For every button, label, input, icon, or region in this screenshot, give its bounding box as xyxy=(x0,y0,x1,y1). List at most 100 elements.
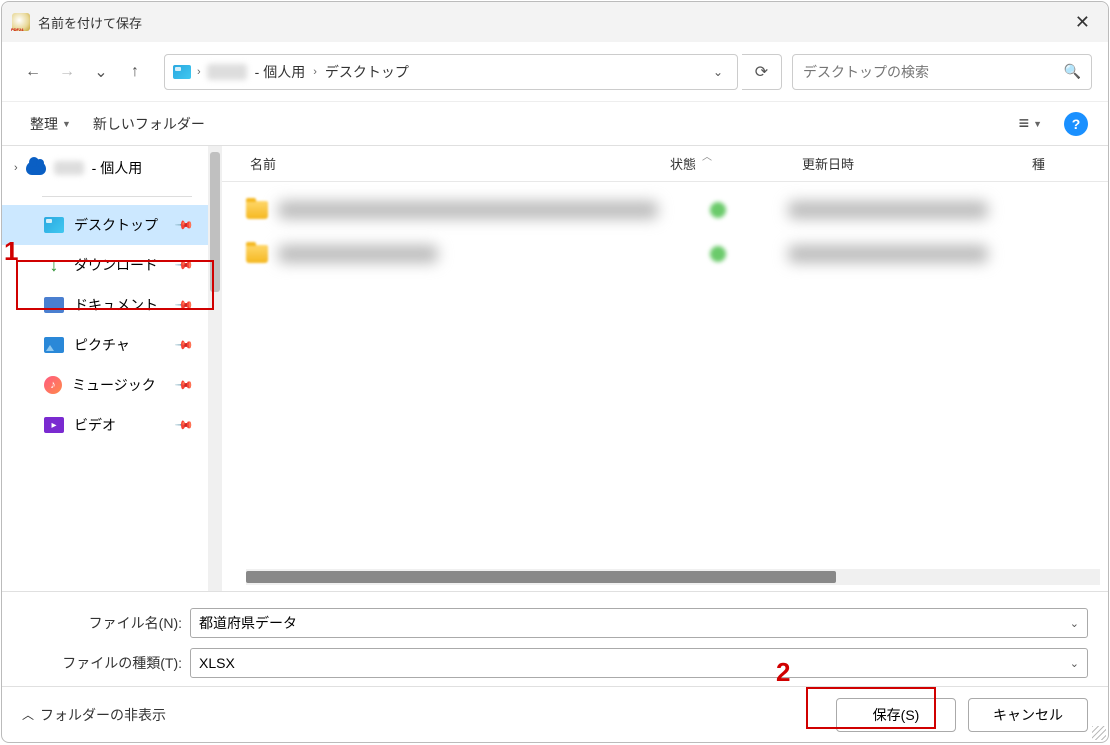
help-button[interactable]: ? xyxy=(1064,112,1088,136)
search-box[interactable]: 🔍 xyxy=(792,54,1092,90)
tree-divider xyxy=(42,196,192,197)
file-date-blurred xyxy=(788,201,988,219)
sidebar-item-desktop[interactable]: デスクトップ 📌 xyxy=(2,205,208,245)
sidebar-item-documents[interactable]: ドキュメント 📌 xyxy=(2,285,208,325)
address-bar[interactable]: › - 個人用 › デスクトップ ⌄ xyxy=(164,54,738,90)
onedrive-icon xyxy=(26,161,46,175)
pin-icon[interactable]: 📌 xyxy=(174,335,194,355)
download-icon: ↓ xyxy=(44,257,64,273)
sidebar-scrollbar[interactable] xyxy=(208,146,222,591)
title-bar: 名前を付けて保存 ✕ xyxy=(2,2,1108,42)
folder-icon xyxy=(246,201,268,219)
sidebar-item-label: ピクチャ xyxy=(74,335,130,355)
search-icon[interactable]: 🔍 xyxy=(1064,63,1081,80)
documents-icon xyxy=(44,297,64,313)
refresh-button[interactable]: ⟳ xyxy=(742,54,782,90)
video-icon: ▸ xyxy=(44,417,64,433)
file-row[interactable] xyxy=(222,188,1108,232)
sidebar-item-label: ドキュメント xyxy=(74,295,158,315)
sidebar-item-label: ミュージック xyxy=(72,375,156,395)
up-button[interactable]: ↑ xyxy=(120,57,150,87)
file-date-blurred xyxy=(788,245,988,263)
app-icon xyxy=(12,13,30,31)
chevron-down-icon[interactable]: ⌄ xyxy=(1070,657,1079,670)
save-form: ファイル名(N): 都道府県データ ⌄ ファイルの種類(T): XLSX ⌄ xyxy=(2,591,1108,686)
music-icon: ♪ xyxy=(44,376,62,394)
window-title: 名前を付けて保存 xyxy=(38,13,142,32)
organize-button[interactable]: 整理 ▼ xyxy=(22,108,79,140)
column-header-status[interactable]: 状態 xyxy=(670,154,802,173)
pin-icon[interactable]: 📌 xyxy=(174,375,194,395)
breadcrumb-separator-icon: › xyxy=(197,66,201,78)
sidebar-item-pictures[interactable]: ピクチャ 📌 xyxy=(2,325,208,365)
scrollbar-thumb[interactable] xyxy=(210,152,220,292)
scrollbar-thumb[interactable] xyxy=(246,571,836,583)
toolbar: 整理 ▼ 新しいフォルダー ≡ ▼ ? xyxy=(2,102,1108,146)
resize-grip[interactable] xyxy=(1092,726,1106,740)
recent-locations-button[interactable]: ⌄ xyxy=(86,57,116,87)
view-options-button[interactable]: ≡ ▼ xyxy=(1013,109,1048,138)
file-name-blurred xyxy=(278,201,658,219)
save-button[interactable]: 保存(S) xyxy=(836,698,956,732)
sidebar-item-videos[interactable]: ▸ ビデオ 📌 xyxy=(2,405,208,445)
file-status xyxy=(688,246,748,262)
forward-button[interactable]: → xyxy=(52,57,82,87)
address-dropdown-button[interactable]: ⌄ xyxy=(707,65,729,79)
close-button[interactable]: ✕ xyxy=(1067,8,1098,37)
file-list-pane: ︿ 名前 状態 更新日時 種 xyxy=(222,146,1108,591)
file-status xyxy=(688,202,748,218)
folder-tree[interactable]: › - 個人用 デスクトップ 📌 ↓ ダウンロード 📌 xyxy=(2,146,208,591)
sidebar-item-label: ダウンロード xyxy=(74,255,158,275)
filetype-select[interactable]: XLSX ⌄ xyxy=(190,648,1088,678)
filename-value: 都道府県データ xyxy=(199,613,297,633)
breadcrumb-personal[interactable]: - 個人用 xyxy=(253,58,308,86)
sidebar-item-label: ビデオ xyxy=(74,415,116,435)
chevron-down-icon[interactable]: ⌄ xyxy=(1070,617,1079,630)
sort-indicator-icon: ︿ xyxy=(702,148,712,163)
tree-root-onedrive[interactable]: › - 個人用 xyxy=(2,152,208,184)
new-folder-button[interactable]: 新しいフォルダー xyxy=(85,108,213,140)
chevron-down-icon: ▼ xyxy=(1033,119,1042,129)
sidebar-item-music[interactable]: ♪ ミュージック 📌 xyxy=(2,365,208,405)
pin-icon[interactable]: 📌 xyxy=(174,215,194,235)
column-header-date[interactable]: 更新日時 xyxy=(802,154,1032,173)
main-area: › - 個人用 デスクトップ 📌 ↓ ダウンロード 📌 xyxy=(2,146,1108,591)
folder-icon xyxy=(246,245,268,263)
hide-folders-label: フォルダーの非表示 xyxy=(40,705,166,725)
breadcrumb-separator-icon: › xyxy=(313,66,317,78)
cancel-button[interactable]: キャンセル xyxy=(968,698,1088,732)
filetype-label: ファイルの種類(T): xyxy=(22,653,182,673)
pin-icon[interactable]: 📌 xyxy=(174,255,194,275)
filename-input[interactable]: 都道府県データ ⌄ xyxy=(190,608,1088,638)
navigation-bar: ← → ⌄ ↑ › - 個人用 › デスクトップ ⌄ ⟳ 🔍 xyxy=(2,42,1108,102)
hide-folders-button[interactable]: ︿ フォルダーの非表示 xyxy=(22,705,166,725)
breadcrumb-desktop[interactable]: デスクトップ xyxy=(323,58,411,86)
desktop-icon xyxy=(44,217,64,233)
pin-icon[interactable]: 📌 xyxy=(174,415,194,435)
file-row[interactable] xyxy=(222,232,1108,276)
navigation-pane: › - 個人用 デスクトップ 📌 ↓ ダウンロード 📌 xyxy=(2,146,222,591)
filetype-value: XLSX xyxy=(199,655,235,671)
chevron-down-icon: ▼ xyxy=(62,119,71,129)
column-header-name[interactable]: 名前 xyxy=(250,154,670,173)
chevron-right-icon[interactable]: › xyxy=(14,162,18,174)
filename-label: ファイル名(N): xyxy=(22,613,182,633)
search-input[interactable] xyxy=(803,64,1064,80)
column-headers: 名前 状態 更新日時 種 xyxy=(222,146,1108,182)
back-button[interactable]: ← xyxy=(18,57,48,87)
tree-root-label: - 個人用 xyxy=(92,158,143,178)
pin-icon[interactable]: 📌 xyxy=(174,295,194,315)
horizontal-scrollbar[interactable] xyxy=(246,569,1100,585)
chevron-up-icon: ︿ xyxy=(22,706,34,723)
sidebar-item-label: デスクトップ xyxy=(74,215,158,235)
file-name-blurred xyxy=(278,245,438,263)
file-list[interactable] xyxy=(222,182,1108,569)
breadcrumb-user-blurred[interactable] xyxy=(207,64,247,80)
pictures-icon xyxy=(44,337,64,353)
location-icon xyxy=(173,65,191,79)
tree-user-blurred xyxy=(54,161,84,175)
dialog-footer: ︿ フォルダーの非表示 保存(S) キャンセル xyxy=(2,686,1108,742)
column-header-type[interactable]: 種 xyxy=(1032,154,1072,173)
organize-label: 整理 xyxy=(30,114,58,134)
sidebar-item-downloads[interactable]: ↓ ダウンロード 📌 xyxy=(2,245,208,285)
